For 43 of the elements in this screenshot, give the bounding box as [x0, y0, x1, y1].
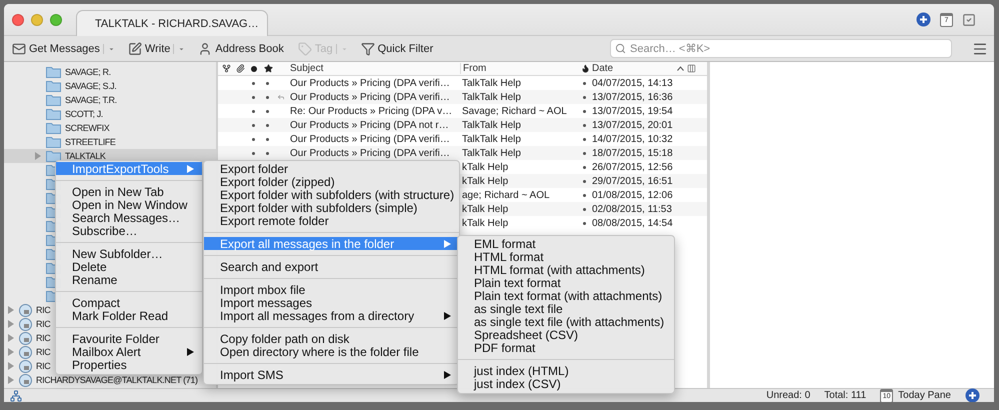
folder-name: RIC	[36, 319, 50, 329]
message-sender: TalkTalk Help	[461, 134, 522, 144]
message-sender: kTalk Help	[461, 176, 510, 186]
folder-name: SCREWFIX	[65, 123, 110, 133]
message-sender: TalkTalk Help	[461, 78, 522, 88]
message-date: 14/07/2015, 10:32	[591, 134, 674, 144]
message-subject: Our Products » Pricing (DPA verifi…	[289, 78, 451, 88]
message-sender: Savage; Richard ~ AOL	[461, 106, 568, 116]
folder-name: STREETLIFE	[65, 137, 116, 147]
message-subject: Our Products » Pricing (DPA verifi…	[289, 134, 451, 144]
folder-name: RIC	[36, 305, 50, 315]
message-date: 02/08/2015, 11:53	[591, 204, 673, 214]
folder-name: RIC	[36, 361, 50, 371]
folder-name: SAVAGE; T.R.	[65, 95, 117, 105]
folder-name: SAVAGE; R.	[65, 67, 111, 77]
message-date: 13/07/2015, 16:36	[591, 92, 674, 102]
unread-count: Unread: 0	[766, 390, 810, 401]
message-date: 08/08/2015, 14:54	[591, 218, 674, 228]
message-date: 13/07/2015, 20:01	[591, 120, 674, 130]
message-sender: TalkTalk Help	[461, 148, 522, 158]
message-sender: kTalk Help	[461, 204, 510, 214]
folder-name: TALKTALK	[65, 151, 106, 161]
message-subject: Re: Our Products » Pricing (DPA v…	[289, 106, 454, 116]
message-subject: Our Products » Pricing (DPA verifi…	[289, 92, 451, 102]
folder-name: RICHARDYSAVAGE@TALKTALK.NET (71)	[36, 375, 198, 385]
message-subject: Our Products » Pricing (DPA verifi…	[289, 148, 451, 158]
message-sender: TalkTalk Help	[461, 92, 522, 102]
message-sender: TalkTalk Help	[461, 120, 522, 130]
message-sender: kTalk Help	[461, 162, 510, 172]
message-subject: Our Products » Pricing (DPA not r…	[289, 120, 450, 130]
folder-name: SCOTT; J.	[65, 109, 103, 119]
total-count: Total: 111	[824, 390, 866, 401]
message-sender: age; Richard ~ AOL	[461, 190, 551, 200]
message-date: 04/07/2015, 14:13	[591, 78, 674, 88]
folder-name: SAVAGE; S.J.	[65, 81, 116, 91]
message-date: 01/08/2015, 12:06	[591, 190, 674, 200]
message-sender: kTalk Help	[461, 218, 510, 228]
message-date: 13/07/2015, 19:54	[591, 106, 674, 116]
folder-name: RIC	[36, 347, 50, 357]
folder-name: RIC	[36, 333, 50, 343]
message-date: 26/07/2015, 12:56	[591, 162, 674, 172]
message-date: 18/07/2015, 15:18	[591, 148, 674, 158]
message-date: 29/07/2015, 16:51	[591, 176, 674, 186]
